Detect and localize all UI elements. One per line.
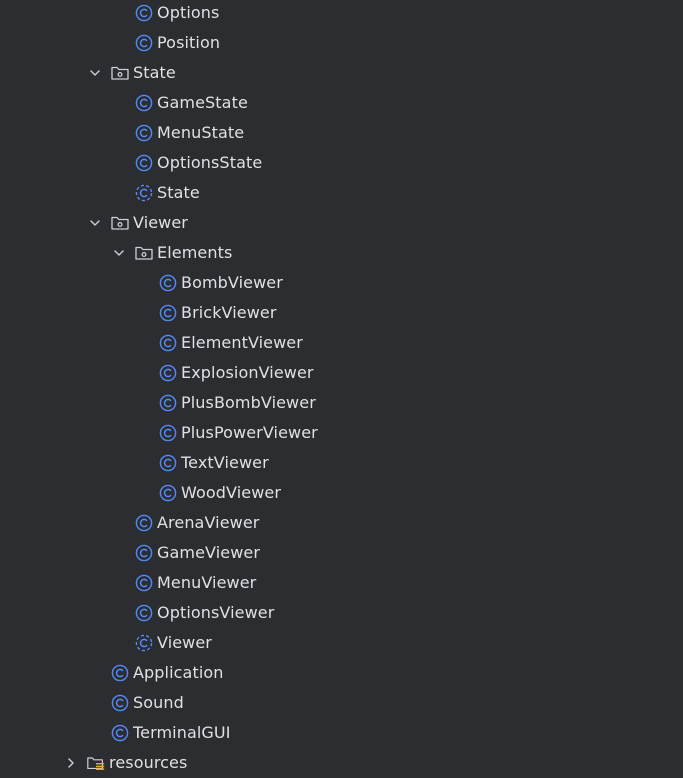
class-icon bbox=[158, 483, 178, 503]
tree-item-label: TextViewer bbox=[181, 453, 269, 472]
tree-item-sound[interactable]: Sound bbox=[0, 688, 683, 718]
tree-item-woodviewer[interactable]: WoodViewer bbox=[0, 478, 683, 508]
class-icon bbox=[158, 453, 178, 473]
class-icon bbox=[134, 543, 154, 563]
package-icon bbox=[110, 213, 130, 233]
tree-item-textviewer[interactable]: TextViewer bbox=[0, 448, 683, 478]
tree-item-label: OptionsState bbox=[157, 153, 263, 172]
class-icon bbox=[158, 333, 178, 353]
class-icon bbox=[134, 123, 154, 143]
chevron-down-icon[interactable] bbox=[113, 247, 125, 259]
tree-item-label: ElementViewer bbox=[181, 333, 303, 352]
class-icon bbox=[110, 693, 130, 713]
class-icon bbox=[110, 723, 130, 743]
class-icon bbox=[158, 363, 178, 383]
tree-item-menustate[interactable]: MenuState bbox=[0, 118, 683, 148]
tree-item-label: ArenaViewer bbox=[157, 513, 260, 532]
tree-item-gamestate[interactable]: GameState bbox=[0, 88, 683, 118]
tree-item-elements[interactable]: Elements bbox=[0, 238, 683, 268]
tree-item-elementviewer[interactable]: ElementViewer bbox=[0, 328, 683, 358]
tree-item-application[interactable]: Application bbox=[0, 658, 683, 688]
resources-folder-icon bbox=[86, 753, 106, 773]
tree-item-label: Options bbox=[157, 3, 220, 22]
tree-item-plusbombviewer[interactable]: PlusBombViewer bbox=[0, 388, 683, 418]
tree-item-label: Viewer bbox=[157, 633, 212, 652]
tree-item-menuviewer[interactable]: MenuViewer bbox=[0, 568, 683, 598]
class-icon bbox=[158, 273, 178, 293]
tree-item-terminalgui[interactable]: TerminalGUI bbox=[0, 718, 683, 748]
tree-item-label: OptionsViewer bbox=[157, 603, 275, 622]
tree-item-label: MenuState bbox=[157, 123, 245, 142]
tree-item-label: GameViewer bbox=[157, 543, 261, 562]
class-icon bbox=[134, 513, 154, 533]
tree-item-label: WoodViewer bbox=[181, 483, 282, 502]
tree-item-resources[interactable]: resources bbox=[0, 748, 683, 778]
tree-item-brickviewer[interactable]: BrickViewer bbox=[0, 298, 683, 328]
tree-item-optionsviewer[interactable]: OptionsViewer bbox=[0, 598, 683, 628]
tree-item-label: GameState bbox=[157, 93, 248, 112]
tree-item-label: PlusBombViewer bbox=[181, 393, 316, 412]
tree-item-label: PlusPowerViewer bbox=[181, 423, 318, 442]
tree-item-bombviewer[interactable]: BombViewer bbox=[0, 268, 683, 298]
class-icon bbox=[158, 303, 178, 323]
tree-item-viewer[interactable]: Viewer bbox=[0, 208, 683, 238]
tree-item-label: BrickViewer bbox=[181, 303, 277, 322]
class-icon bbox=[158, 423, 178, 443]
class-icon bbox=[134, 573, 154, 593]
tree-item-label: State bbox=[133, 63, 176, 82]
class-icon bbox=[134, 153, 154, 173]
class-icon bbox=[134, 603, 154, 623]
tree-item-label: resources bbox=[109, 753, 188, 772]
tree-item-viewer[interactable]: Viewer bbox=[0, 628, 683, 658]
class-icon bbox=[110, 663, 130, 683]
tree-item-label: Position bbox=[157, 33, 221, 52]
tree-item-arenaviewer[interactable]: ArenaViewer bbox=[0, 508, 683, 538]
class-icon bbox=[134, 93, 154, 113]
package-icon bbox=[110, 63, 130, 83]
tree-item-options[interactable]: Options bbox=[0, 0, 683, 28]
tree-item-state[interactable]: State bbox=[0, 58, 683, 88]
class-icon bbox=[158, 393, 178, 413]
class-icon bbox=[134, 33, 154, 53]
tree-item-label: Elements bbox=[157, 243, 233, 262]
package-icon bbox=[134, 243, 154, 263]
tree-item-state[interactable]: State bbox=[0, 178, 683, 208]
tree-item-label: Application bbox=[133, 663, 224, 682]
tree-item-gameviewer[interactable]: GameViewer bbox=[0, 538, 683, 568]
tree-item-pluspowerviewer[interactable]: PlusPowerViewer bbox=[0, 418, 683, 448]
tree-item-label: MenuViewer bbox=[157, 573, 257, 592]
tree-item-label: Viewer bbox=[133, 213, 188, 232]
project-tree: Options Position State GameState MenuState Op… bbox=[0, 0, 683, 778]
tree-item-label: ExplosionViewer bbox=[181, 363, 314, 382]
tree-item-position[interactable]: Position bbox=[0, 28, 683, 58]
tree-item-label: BombViewer bbox=[181, 273, 283, 292]
chevron-right-icon[interactable] bbox=[65, 757, 77, 769]
tree-item-optionsstate[interactable]: OptionsState bbox=[0, 148, 683, 178]
chevron-down-icon[interactable] bbox=[89, 217, 101, 229]
abstract-class-icon bbox=[134, 183, 154, 203]
class-icon bbox=[134, 3, 154, 23]
tree-item-explosionviewer[interactable]: ExplosionViewer bbox=[0, 358, 683, 388]
chevron-down-icon[interactable] bbox=[89, 67, 101, 79]
tree-item-label: State bbox=[157, 183, 200, 202]
tree-item-label: TerminalGUI bbox=[133, 723, 231, 742]
abstract-class-icon bbox=[134, 633, 154, 653]
tree-item-label: Sound bbox=[133, 693, 184, 712]
